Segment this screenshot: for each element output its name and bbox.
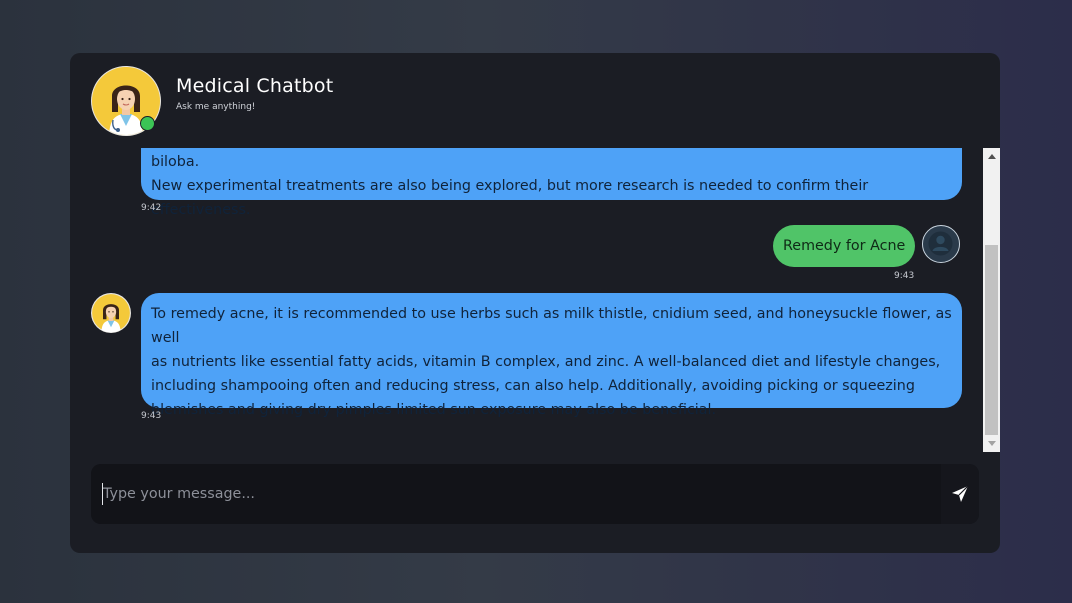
online-status-dot [140,116,155,131]
send-button[interactable] [941,464,979,524]
scrollbar-thumb[interactable] [985,245,998,435]
message-timestamp: 9:43 [141,411,162,421]
message-line: To remedy acne, it is recommended to use… [151,306,952,346]
text-cursor [102,483,103,505]
message-scrollbar[interactable] [983,148,1000,452]
message-timestamp: 9:42 [141,203,162,213]
message-line: New experimental treatments are also bei… [151,178,869,218]
message-line: including shampooing often and reducing … [151,378,915,394]
scroll-up-arrow-icon[interactable] [983,148,1000,165]
chat-title: Medical Chatbot [176,75,334,97]
bot-message-bubble: To remedy acne, it is recommended to use… [141,293,962,418]
doctor-avatar-icon [91,293,131,333]
message-timestamp: 9:43 [894,271,915,281]
message-input[interactable] [91,464,941,524]
user-avatar-icon [922,225,960,263]
scroll-down-arrow-icon[interactable] [983,435,1000,452]
chat-header: Medical Chatbot Ask me anything! [70,53,1000,148]
doctor-avatar-icon [91,66,161,136]
chat-subtitle: Ask me anything! [176,102,256,112]
send-icon [952,485,969,502]
message-list[interactable]: researched for reducing the risk of deve… [70,148,983,452]
message-composer [91,464,979,524]
chat-window: Medical Chatbot Ask me anything! researc… [70,53,1000,553]
message-line: researched for reducing the risk of deve… [151,154,200,170]
message-line: as nutrients like essential fatty acids,… [151,354,941,370]
user-message-bubble: Remedy for Acne [773,225,916,267]
bot-message-bubble: researched for reducing the risk of deve… [141,148,962,218]
message-line: blemishes and giving dry pimples limited… [151,402,717,418]
